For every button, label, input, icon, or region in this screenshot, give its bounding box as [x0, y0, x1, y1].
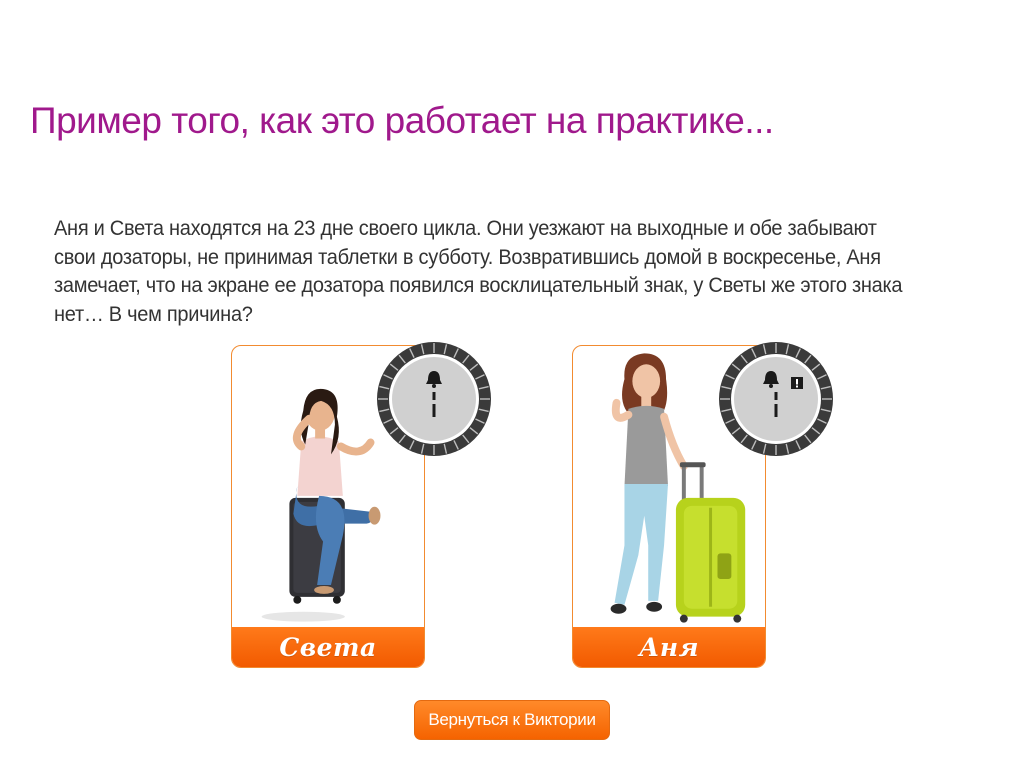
exclamation-icon — [791, 377, 803, 389]
back-to-victoria-button[interactable]: Вернуться к Виктории — [414, 700, 610, 740]
name-bar-anya: Аня — [573, 627, 765, 667]
card-name-anya: Аня — [639, 632, 699, 662]
dispenser-sveta — [377, 342, 491, 456]
name-bar-sveta: Света — [232, 627, 424, 667]
page: Пример того, как это работает на практик… — [0, 0, 1024, 768]
tick-mark — [432, 392, 436, 400]
story-text: Аня и Света находятся на 23 дне своего ц… — [54, 216, 903, 326]
tick-mark — [432, 404, 436, 417]
tick-mark — [774, 404, 778, 417]
card-name-sveta: Света — [279, 632, 377, 662]
page-title: Пример того, как это работает на практик… — [30, 100, 774, 141]
tick-mark — [774, 392, 778, 400]
dispenser-anya — [719, 342, 833, 456]
